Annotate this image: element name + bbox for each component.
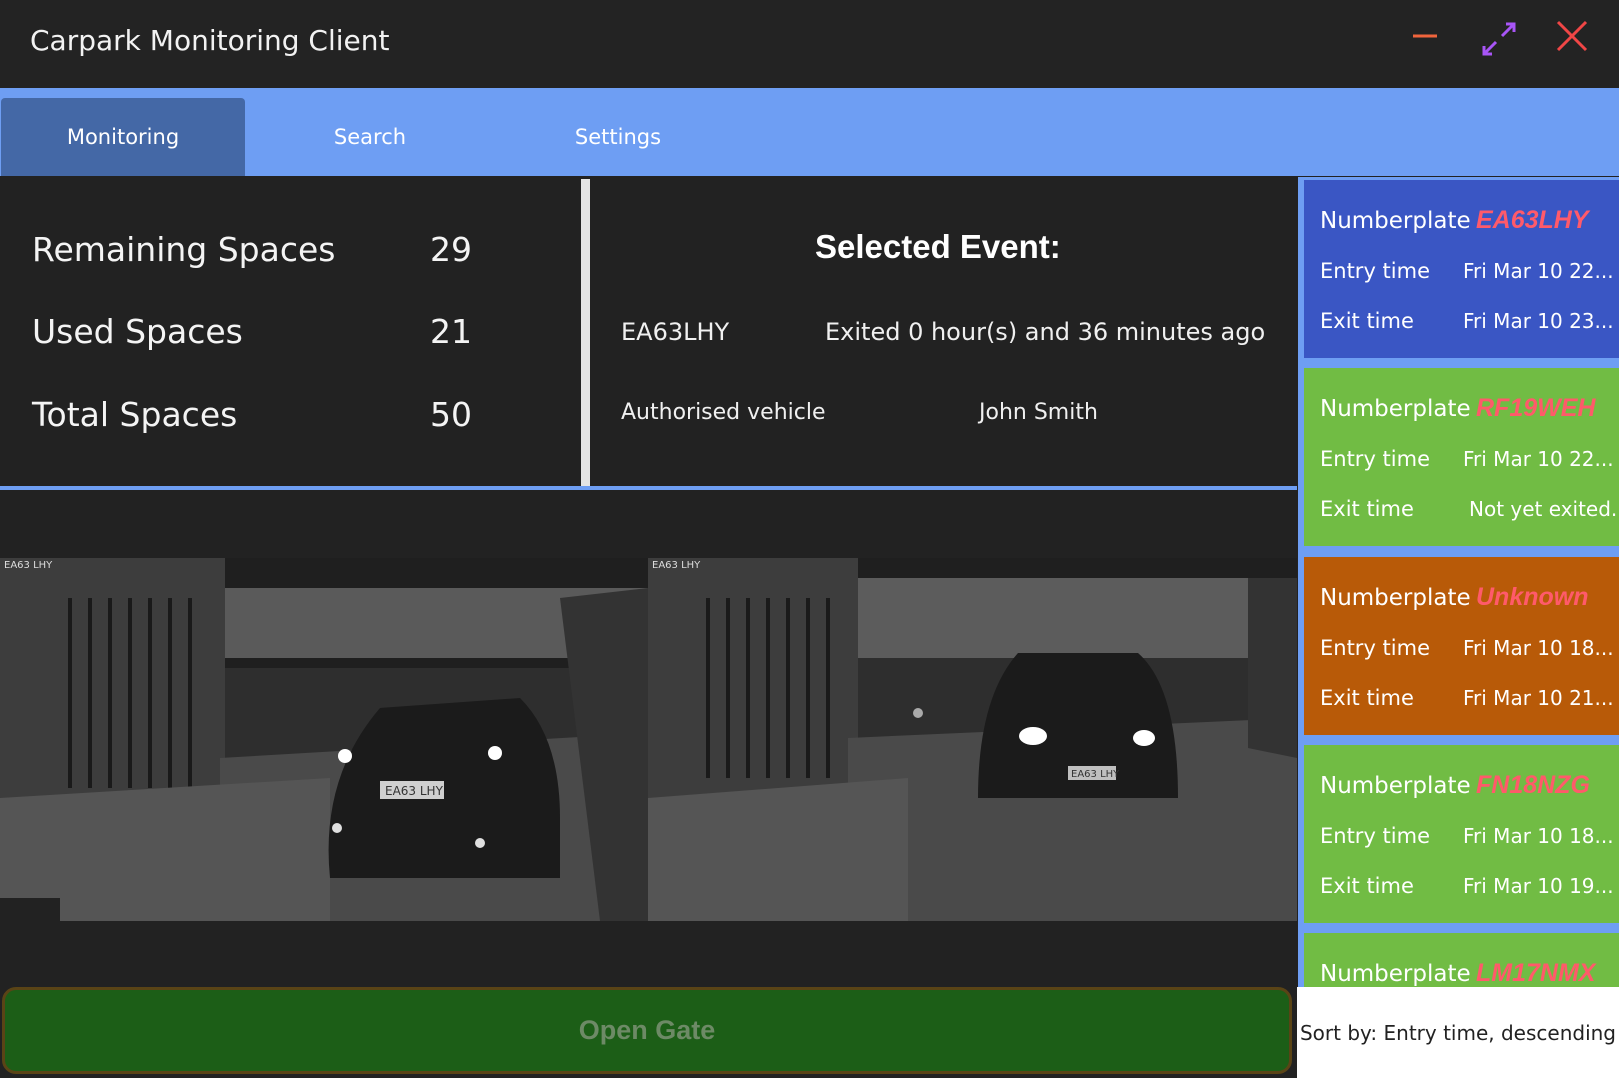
maximize-icon	[1482, 22, 1516, 56]
camera-scene-image: EA63 LHY	[0, 558, 648, 921]
minimize-button[interactable]	[1402, 18, 1448, 64]
exit-time-value: Fri Mar 10 21...	[1463, 686, 1614, 710]
numberplate-label: Numberplate	[1320, 773, 1471, 799]
numberplate-label: Numberplate	[1320, 961, 1471, 987]
authorised-label: Authorised vehicle	[621, 400, 826, 425]
numberplate-value: LM17NMX	[1476, 959, 1596, 987]
event-card[interactable]: Numberplate Unknown Entry time Fri Mar 1…	[1304, 557, 1619, 735]
title-bar: Carpark Monitoring Client	[0, 0, 1619, 88]
plate-text: EA63 LHY	[1071, 769, 1120, 780]
numberplate-value: FN18NZG	[1476, 771, 1590, 799]
exit-time-value: Not yet exited.	[1469, 497, 1618, 521]
sort-selector[interactable]: Sort by: Entry time, descending	[1297, 987, 1619, 1078]
numberplate-value: Unknown	[1476, 583, 1589, 611]
event-card[interactable]: Numberplate FN18NZG Entry time Fri Mar 1…	[1304, 745, 1619, 923]
camera-image-entry[interactable]: EA63 LHY EA63 LHY	[0, 558, 648, 921]
entry-time-label: Entry time	[1320, 259, 1430, 283]
stat-value: 29	[430, 230, 472, 269]
entry-time-label: Entry time	[1320, 447, 1430, 471]
camera-label: EA63 LHY	[4, 560, 53, 571]
numberplate-label: Numberplate	[1320, 208, 1471, 234]
entry-time-value: Fri Mar 10 22...	[1463, 259, 1614, 283]
space-stats-panel: Remaining Spaces 29 Used Spaces 21 Total…	[0, 180, 580, 485]
stat-label: Used Spaces	[32, 312, 243, 351]
stat-label: Total Spaces	[32, 395, 238, 434]
stat-label: Remaining Spaces	[32, 230, 336, 269]
minimize-icon	[1413, 34, 1437, 38]
tab-bar: Monitoring Search Settings	[0, 88, 1619, 176]
numberplate-value: EA63LHY	[1476, 206, 1589, 234]
entry-time-value: Fri Mar 10 18...	[1463, 636, 1614, 660]
selected-event-panel: Selected Event: EA63LHY Exited 0 hour(s)…	[590, 180, 1296, 485]
numberplate-value: RF19WEH	[1476, 394, 1596, 422]
numberplate-label: Numberplate	[1320, 396, 1471, 422]
event-card[interactable]: Numberplate EA63LHY Entry time Fri Mar 1…	[1304, 180, 1619, 358]
camera-image-exit[interactable]: EA63 LHY EA63 LHY	[648, 558, 1297, 921]
exit-time-label: Exit time	[1320, 309, 1414, 333]
plate-text: EA63 LHY	[385, 784, 444, 798]
app-title: Carpark Monitoring Client	[30, 24, 390, 57]
selected-event-status: Exited 0 hour(s) and 36 minutes ago	[825, 318, 1266, 346]
event-card[interactable]: Numberplate RF19WEH Entry time Fri Mar 1…	[1304, 368, 1619, 546]
stat-value: 21	[430, 312, 472, 351]
stat-value: 50	[430, 395, 472, 434]
exit-time-value: Fri Mar 10 19...	[1463, 874, 1614, 898]
open-gate-button[interactable]: Open Gate	[2, 987, 1292, 1074]
entry-time-label: Entry time	[1320, 636, 1430, 660]
section-divider	[0, 486, 1297, 490]
selected-event-title: Selected Event:	[815, 228, 1061, 265]
entry-time-label: Entry time	[1320, 824, 1430, 848]
tab-search[interactable]: Search	[300, 98, 440, 176]
event-card[interactable]: Numberplate LM17NMX	[1304, 933, 1619, 987]
entry-time-value: Fri Mar 10 18...	[1463, 824, 1614, 848]
owner-name: John Smith	[979, 400, 1098, 425]
tab-settings[interactable]: Settings	[548, 98, 688, 176]
close-icon	[1556, 20, 1588, 52]
entry-time-value: Fri Mar 10 22...	[1463, 447, 1614, 471]
camera-scene-image: EA63 LHY	[648, 558, 1297, 921]
exit-time-value: Fri Mar 10 23...	[1463, 309, 1614, 333]
exit-time-label: Exit time	[1320, 874, 1414, 898]
maximize-button[interactable]	[1476, 18, 1522, 64]
tab-monitoring[interactable]: Monitoring	[1, 98, 245, 176]
selected-event-plate: EA63LHY	[621, 318, 730, 346]
exit-time-label: Exit time	[1320, 686, 1414, 710]
camera-label: EA63 LHY	[652, 560, 701, 571]
close-button[interactable]	[1550, 18, 1596, 64]
exit-time-label: Exit time	[1320, 497, 1414, 521]
events-list: Numberplate EA63LHY Entry time Fri Mar 1…	[1298, 177, 1619, 987]
panel-divider	[581, 179, 590, 486]
numberplate-label: Numberplate	[1320, 585, 1471, 611]
